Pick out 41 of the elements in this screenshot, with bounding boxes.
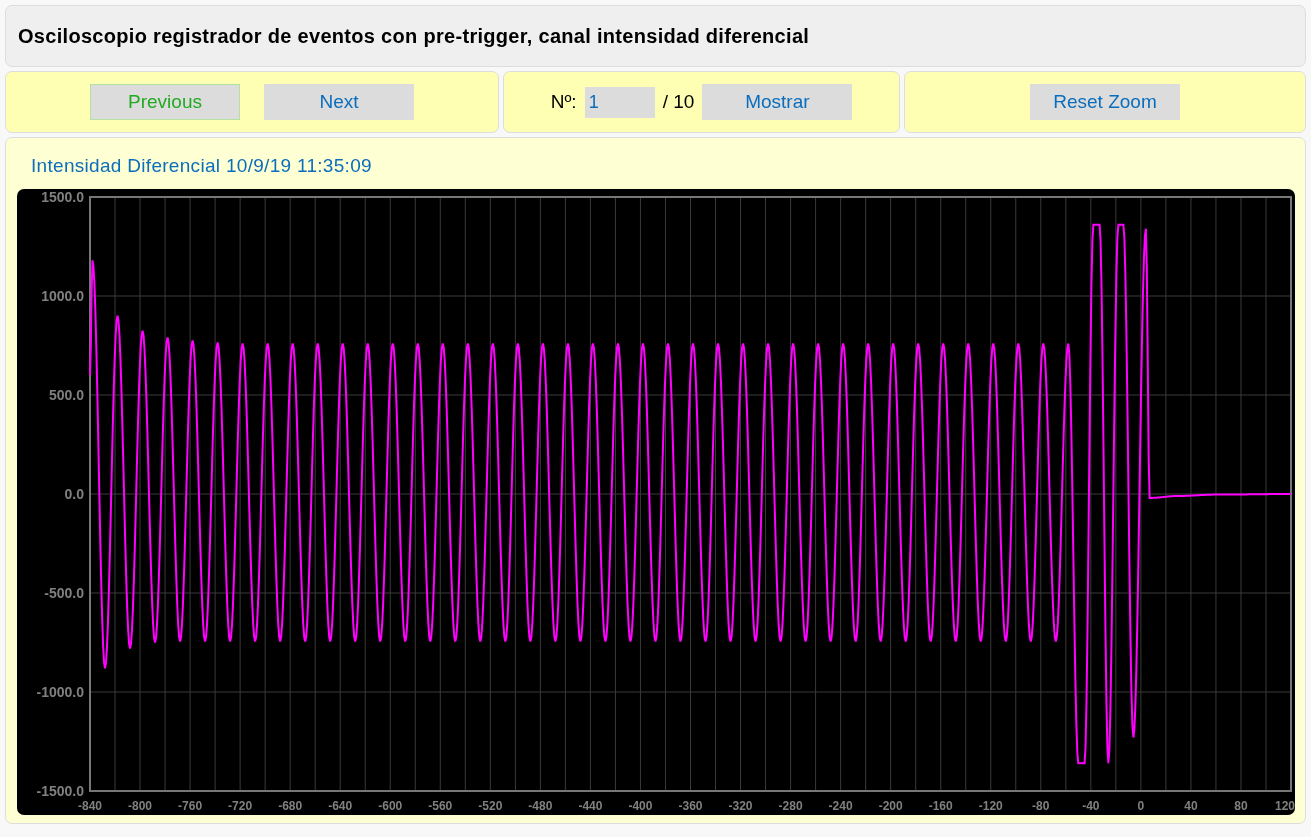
x-axis-label: -560	[428, 798, 453, 813]
x-axis-label: 40	[1184, 798, 1198, 813]
x-axis-label: 0	[1137, 798, 1145, 813]
x-axis-label: -40	[1082, 798, 1100, 813]
y-axis-label: 1000.0	[41, 287, 84, 304]
x-axis-label: 80	[1234, 798, 1248, 813]
x-axis-label: -200	[878, 798, 903, 813]
y-axis-label: 0.0	[64, 485, 84, 502]
x-axis-label: -480	[528, 798, 553, 813]
nav-button[interactable]: Previous	[90, 83, 240, 121]
show-button[interactable]: Mostrar	[702, 83, 853, 121]
x-axis-label: -80	[1032, 798, 1050, 813]
y-axis-label: 500.0	[48, 386, 84, 403]
x-axis-label: -760	[178, 798, 203, 813]
x-axis-label: -600	[378, 798, 403, 813]
x-axis-label: -680	[278, 798, 303, 813]
nav-button[interactable]: Next	[264, 83, 414, 121]
x-axis-label: -280	[778, 798, 803, 813]
page-title: Osciloscopio registrador de eventos con pre-trigger, canal intensidad diferencial	[18, 24, 811, 48]
x-axis-label: -720	[228, 798, 253, 813]
x-axis-label: -640	[328, 798, 353, 813]
x-axis-label: -440	[578, 798, 603, 813]
record-number-field[interactable]: 1	[584, 86, 655, 118]
chart-title: Intensidad Diferencial 10/9/19 11:35:09	[31, 154, 373, 178]
x-axis-label: -840	[78, 798, 102, 813]
x-axis-label: -240	[828, 798, 853, 813]
reset-zoom-button[interactable]: Reset Zoom	[1030, 83, 1180, 121]
x-axis-label: -400	[628, 798, 653, 813]
y-axis-label: -500.0	[44, 584, 84, 601]
y-axis-label: 1500.0	[41, 188, 84, 205]
x-axis-label: -520	[478, 798, 503, 813]
x-axis-label: -120	[978, 798, 1003, 813]
y-axis-label: -1500.0	[36, 782, 84, 799]
x-axis-label: -320	[728, 798, 753, 813]
y-axis-label: -1000.0	[36, 683, 84, 700]
x-axis-label: -160	[928, 798, 953, 813]
x-axis-label: 120	[1274, 798, 1295, 813]
x-axis-label: -360	[678, 798, 703, 813]
record-number-label: Nº:	[550, 89, 577, 114]
record-total: / 10	[662, 89, 695, 114]
x-axis-label: -800	[128, 798, 153, 813]
